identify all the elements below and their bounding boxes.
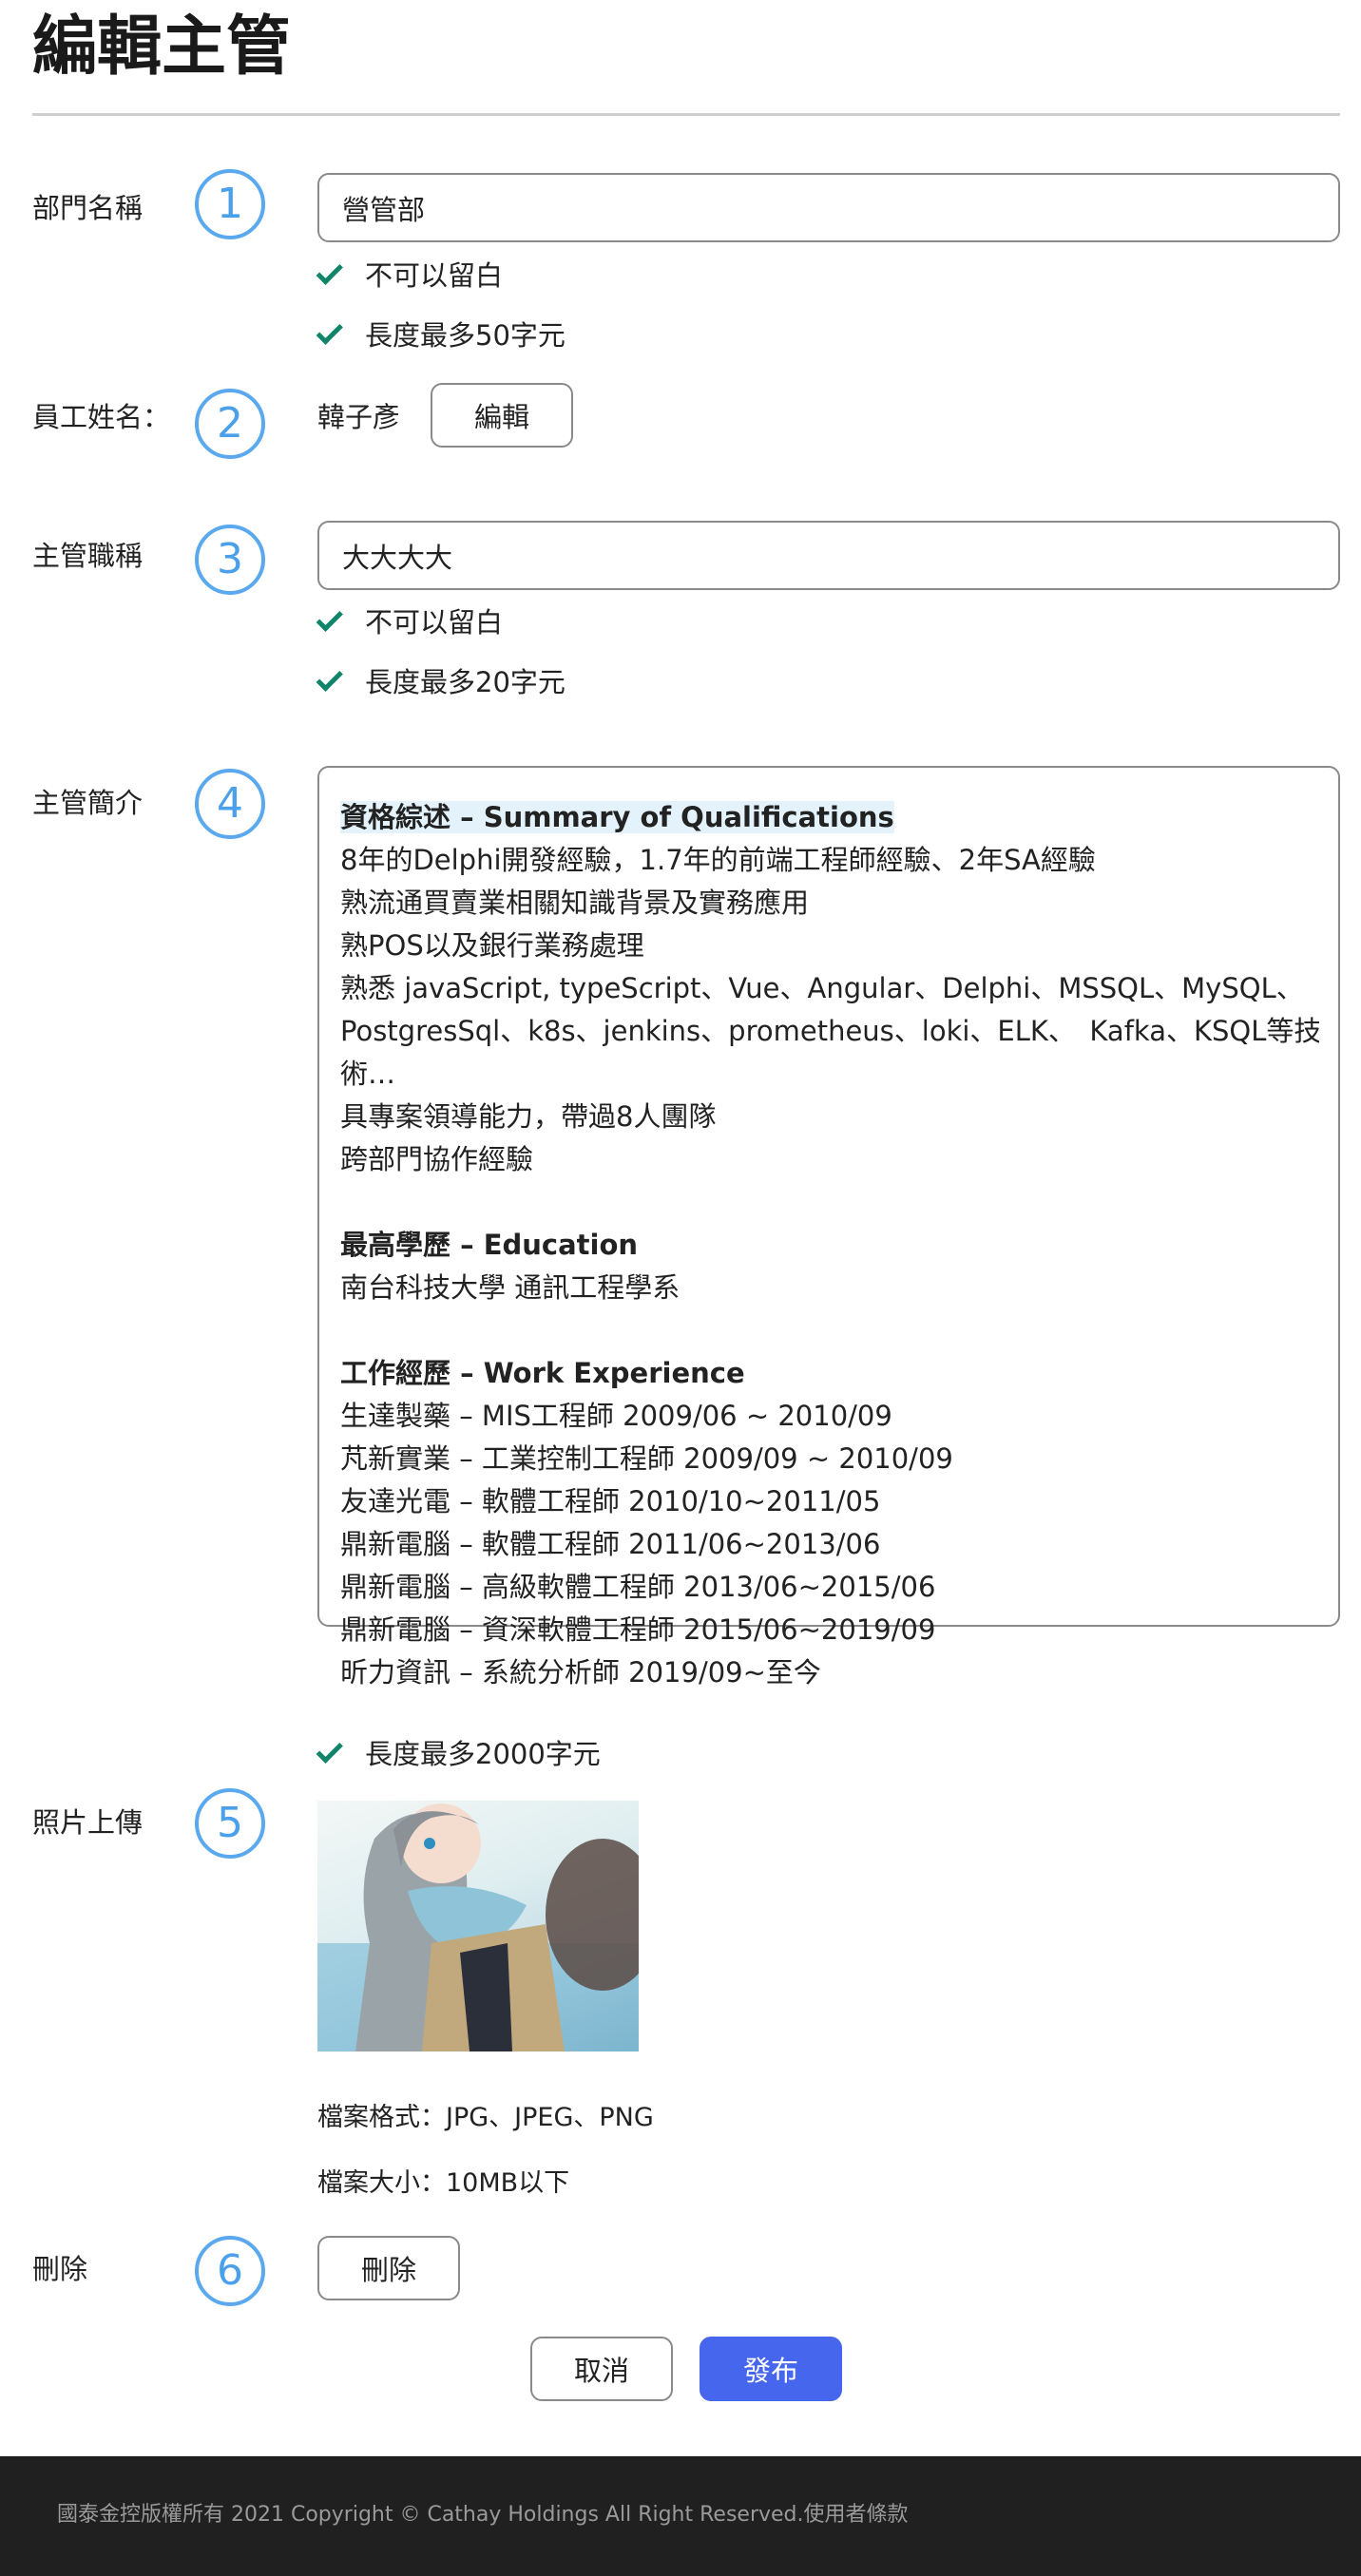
bio-line: 芃新實業 – 工業控制工程師 2009/09 ~ 2010/09 [340, 1442, 953, 1475]
department-rule-length-text: 長度最多50字元 [365, 319, 565, 352]
bio-line: 鼎新電腦 – 高級軟體工程師 2013/06~2015/06 [340, 1571, 936, 1603]
department-rule-required: 不可以留白 [316, 257, 504, 295]
bio-line: 熟流通買賣業相關知識背景及實務應用 [340, 887, 810, 919]
bio-line: 跨部門協作經驗 [340, 1143, 534, 1175]
cancel-button[interactable]: 取消 [530, 2337, 673, 2401]
bio-line: 南台科技大學 通訊工程學系 [340, 1271, 680, 1304]
bio-line: 熟POS以及銀行業務處理 [340, 929, 644, 962]
uploaded-photo-preview[interactable] [317, 1801, 639, 2051]
job-title-rule-length-text: 長度最多20字元 [365, 666, 565, 698]
title-divider [32, 113, 1340, 116]
department-rule-length: 長度最多50字元 [316, 316, 565, 354]
bio-line: 昕力資訊 – 系統分析師 2019/09~至今 [340, 1656, 821, 1689]
check-icon [316, 1736, 343, 1764]
photo-format-note: 檔案格式：JPG、JPEG、PNG [317, 2103, 654, 2132]
check-icon [316, 604, 343, 632]
delete-label: 刪除 [32, 2253, 88, 2285]
check-icon [316, 664, 343, 692]
publish-button[interactable]: 發布 [700, 2337, 842, 2401]
page-footer: 國泰金控版權所有 2021 Copyright © Cathay Holding… [0, 2456, 1361, 2576]
step-1-badge: 1 [195, 169, 265, 239]
bio-line: 熟悉 javaScript, typeScript、Vue、Angular、De… [340, 972, 1304, 1004]
bio-line: 鼎新電腦 – 軟體工程師 2011/06~2013/06 [340, 1528, 881, 1560]
step-5-badge: 5 [195, 1788, 265, 1859]
page-title: 編輯主管 [32, 10, 292, 85]
job-title-label: 主管職稱 [32, 540, 144, 572]
job-title-rule-required-text: 不可以留白 [365, 606, 504, 639]
edit-employee-button[interactable]: 編輯 [431, 383, 573, 448]
job-title-rule-required: 不可以留白 [316, 603, 504, 641]
department-input[interactable] [317, 173, 1340, 242]
bio-label: 主管簡介 [32, 787, 144, 819]
bio-line: PostgresSql、k8s、jenkins、prometheus、loki、… [340, 1015, 1319, 1047]
bio-rule-length-text: 長度最多2000字元 [365, 1738, 601, 1770]
photo-size-note: 檔案大小：10MB以下 [317, 2168, 570, 2198]
bio-rule-length: 長度最多2000字元 [316, 1735, 601, 1773]
bio-textarea[interactable]: 資格綜述 – Summary of Qualifications 8年的Delp… [317, 766, 1340, 1689]
bio-line: 術… [340, 1058, 396, 1090]
delete-button[interactable]: 刪除 [317, 2236, 460, 2300]
bio-line: 友達光電 – 軟體工程師 2010/10~2011/05 [340, 1485, 881, 1517]
photo-label: 照片上傳 [32, 1806, 144, 1839]
bio-line: 工作經歷 – Work Experience [340, 1357, 745, 1389]
job-title-rule-length: 長度最多20字元 [316, 663, 565, 701]
bio-blank-line [340, 1309, 1319, 1352]
department-rule-required-text: 不可以留白 [365, 259, 504, 292]
bio-line: 資格綜述 – Summary of Qualifications [340, 801, 894, 833]
step-3-badge: 3 [195, 525, 265, 595]
check-icon [316, 317, 343, 345]
check-icon [316, 258, 343, 285]
bio-line: 具專案領導能力，帶過8人團隊 [340, 1100, 717, 1133]
employee-label: 員工姓名： [32, 401, 171, 433]
step-2-badge: 2 [195, 389, 265, 459]
department-label: 部門名稱 [32, 192, 144, 224]
bio-line: 鼎新電腦 – 資深軟體工程師 2015/06~2019/09 [340, 1613, 936, 1646]
footer-copyright: 國泰金控版權所有 2021 Copyright © Cathay Holding… [57, 2503, 909, 2527]
bio-blank-line [340, 1181, 1319, 1224]
bio-line: 8年的Delphi開發經驗，1.7年的前端工程師經驗、2年SA經驗 [340, 844, 1096, 876]
bio-line: 最高學歷 – Education [340, 1229, 639, 1261]
job-title-input[interactable] [317, 521, 1340, 590]
bio-line: 生達製藥 – MIS工程師 2009/06 ~ 2010/09 [340, 1400, 892, 1432]
step-4-badge: 4 [195, 769, 265, 839]
employee-name: 韓子彥 [317, 401, 401, 433]
step-6-badge: 6 [195, 2236, 265, 2306]
